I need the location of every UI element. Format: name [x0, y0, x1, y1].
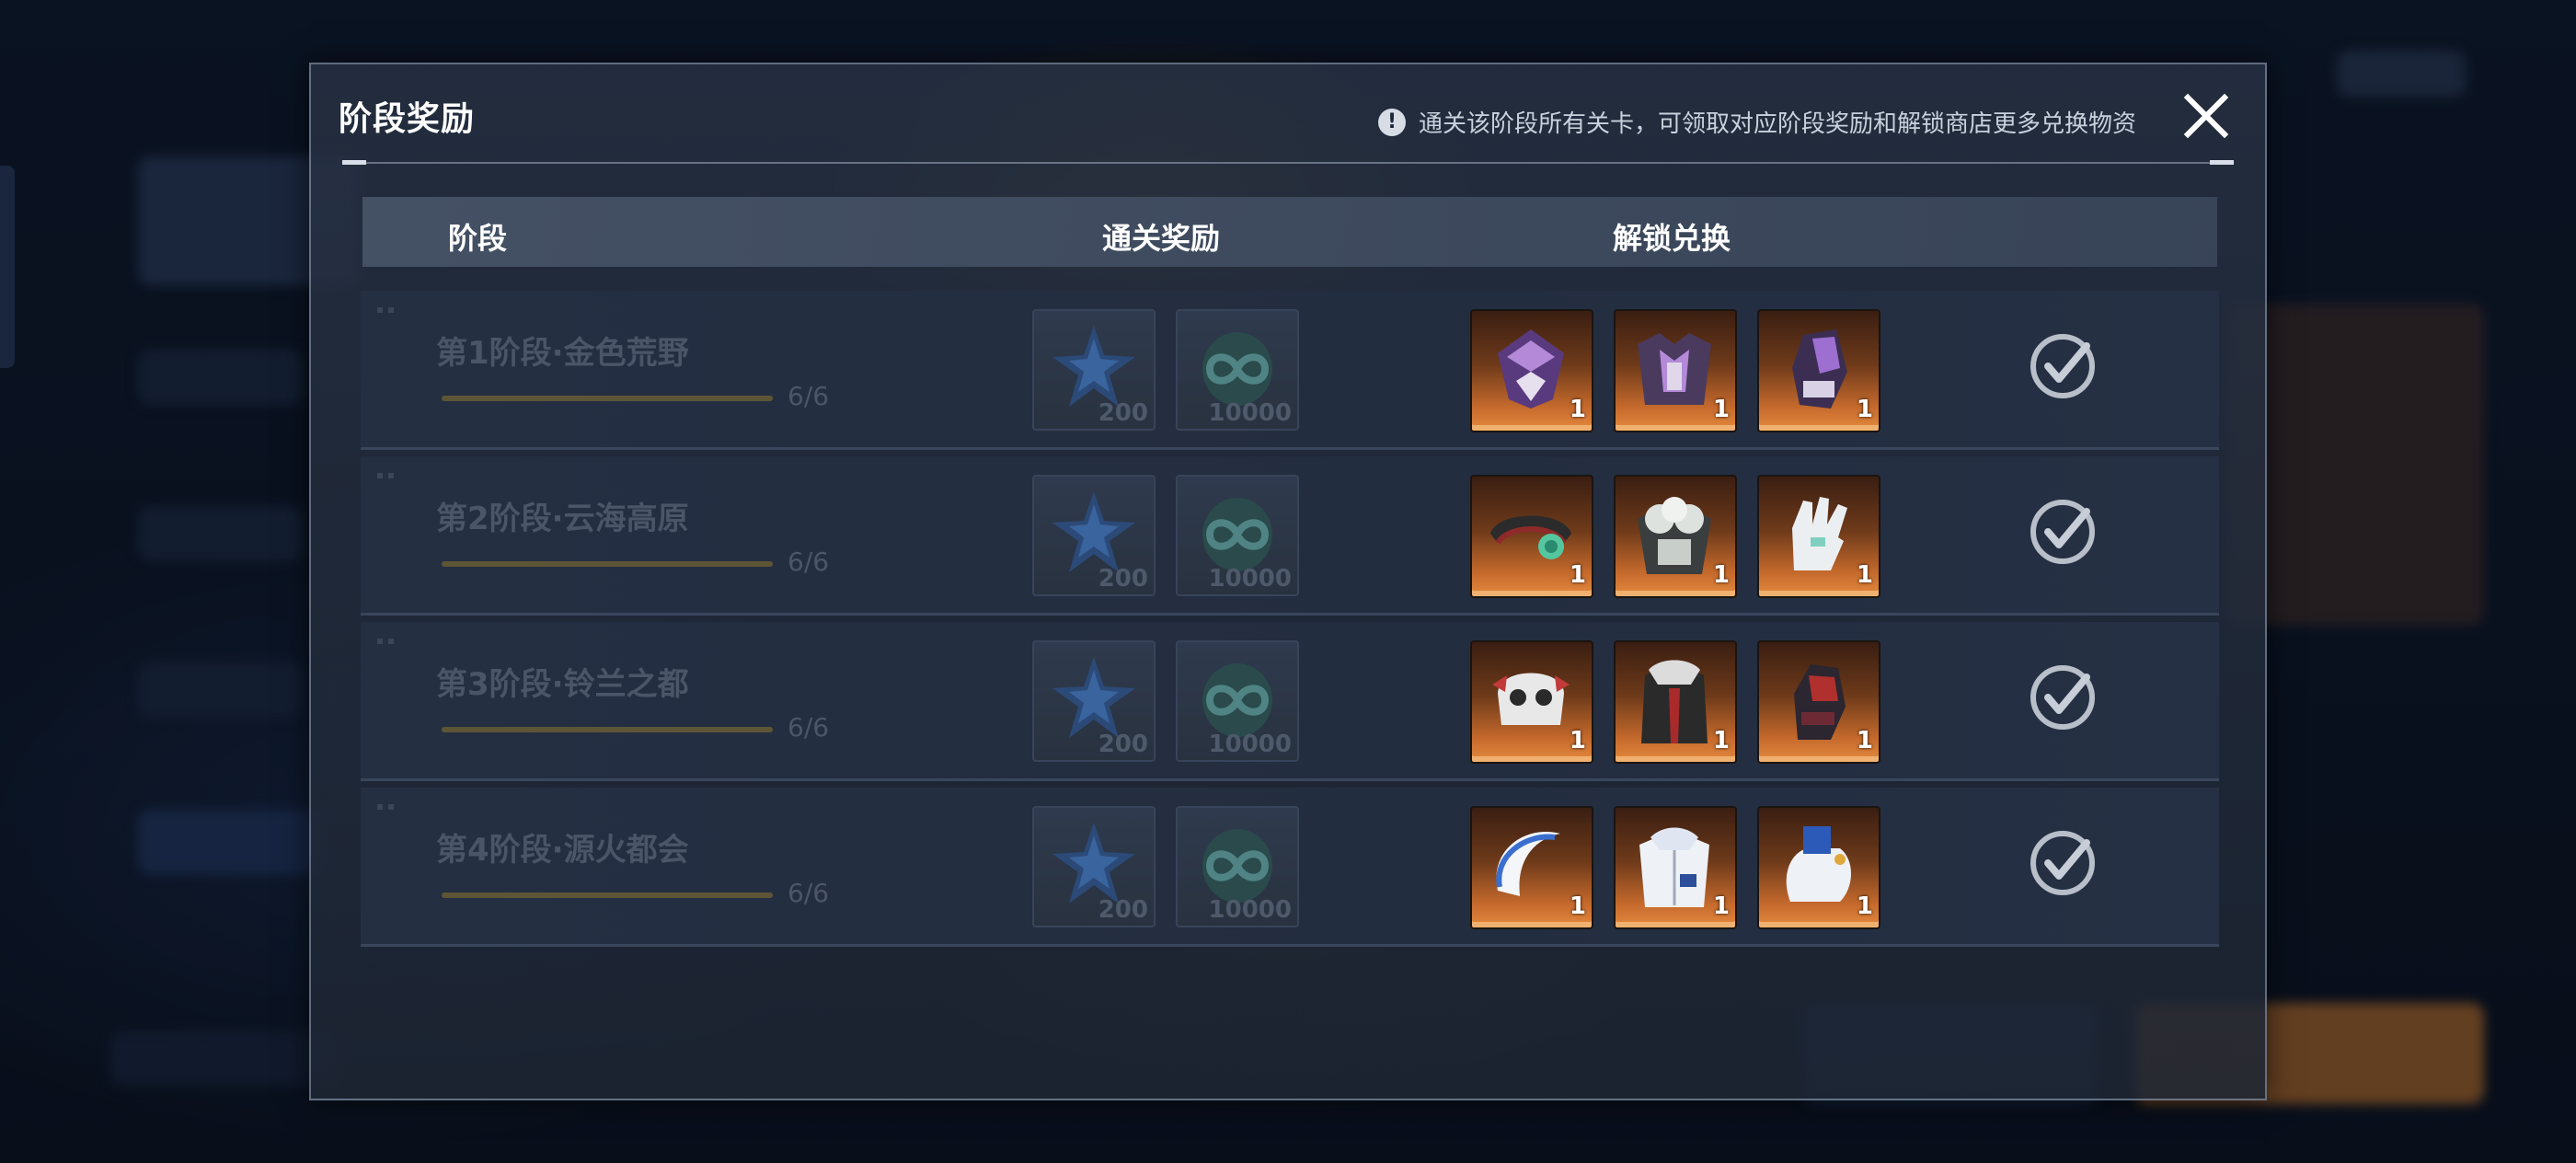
reward-quantity: 10000	[1208, 896, 1292, 924]
stage-progress-text: 6/6	[788, 547, 830, 577]
unlock-item-slot[interactable]: 1	[1757, 309, 1880, 432]
dialog-title: 阶段奖励	[339, 100, 476, 138]
stage-row: 第4阶段·源火都会 6/6 200 10000 1 1 1	[361, 788, 2219, 947]
reward-quantity: 200	[1098, 399, 1148, 427]
stage-name: 第1阶段·金色荒野	[436, 335, 689, 372]
stage-progress-bar	[442, 727, 773, 732]
stage-progress-fill	[442, 892, 773, 898]
unlock-item-slot[interactable]: 1	[1757, 806, 1880, 929]
title-divider	[342, 160, 2234, 165]
item-quantity: 1	[1569, 892, 1586, 920]
item-quantity: 1	[1856, 727, 1873, 754]
stage-progress-bar	[442, 561, 773, 567]
notice-text: 通关该阶段所有关卡，可领取对应阶段奖励和解锁商店更多兑换物资	[1418, 110, 2136, 138]
unlock-item-slot[interactable]: 1	[1614, 640, 1737, 764]
item-quantity: 1	[1712, 892, 1730, 920]
clear-reward-slot[interactable]: 200	[1032, 806, 1156, 927]
item-quantity: 1	[1856, 396, 1873, 423]
clear-reward-slot[interactable]: 10000	[1176, 640, 1299, 762]
stage-row: 第2阶段·云海高原 6/6 200 10000 1 1 1	[361, 456, 2219, 616]
reward-quantity: 10000	[1208, 565, 1292, 593]
item-quantity: 1	[1569, 396, 1586, 423]
unlock-item-slot[interactable]: 1	[1614, 309, 1737, 432]
clear-reward-slot[interactable]: 10000	[1176, 806, 1299, 927]
row-marker	[377, 473, 399, 478]
exclamation-circle-icon: !	[1377, 108, 1406, 136]
item-quantity: 1	[1569, 727, 1586, 754]
check-circle-icon	[2028, 331, 2098, 401]
stage-progress-text: 6/6	[788, 381, 830, 411]
notice: ! 通关该阶段所有关卡，可领取对应阶段奖励和解锁商店更多兑换物资	[1377, 105, 2136, 139]
reward-quantity: 200	[1098, 731, 1148, 758]
reward-quantity: 200	[1098, 565, 1148, 593]
stage-name: 第3阶段·铃兰之都	[436, 666, 689, 703]
stage-row: 第3阶段·铃兰之都 6/6 200 10000 1 1 1	[361, 622, 2219, 781]
stage-progress-text: 6/6	[788, 878, 830, 908]
unlock-item-slot[interactable]: 1	[1757, 475, 1880, 598]
stage-name: 第4阶段·源火都会	[436, 832, 689, 869]
row-marker	[377, 804, 399, 810]
check-circle-icon	[2028, 497, 2098, 567]
stage-progress-fill	[442, 561, 773, 567]
stage-progress-fill	[442, 727, 773, 732]
unlock-item-slot[interactable]: 1	[1470, 806, 1593, 929]
stage-progress-text: 6/6	[788, 712, 830, 743]
item-quantity: 1	[1569, 561, 1586, 589]
unlock-item-slot[interactable]: 1	[1757, 640, 1880, 764]
clear-reward-slot[interactable]: 200	[1032, 640, 1156, 762]
stage-row: 第1阶段·金色荒野 6/6 200 10000 1 1 1	[361, 291, 2219, 450]
item-quantity: 1	[1712, 561, 1730, 589]
stage-name: 第2阶段·云海高原	[436, 501, 689, 537]
unlock-item-slot[interactable]: 1	[1614, 806, 1737, 929]
item-quantity: 1	[1712, 727, 1730, 754]
clear-reward-slot[interactable]: 10000	[1176, 475, 1299, 596]
check-circle-icon	[2028, 662, 2098, 732]
header-rewards: 通关奖励	[1102, 221, 1221, 256]
reward-quantity: 10000	[1208, 399, 1292, 427]
reward-quantity: 10000	[1208, 731, 1292, 758]
stage-progress-fill	[442, 396, 773, 401]
stage-progress-bar	[442, 396, 773, 401]
stage-progress-bar	[442, 892, 773, 898]
row-marker	[377, 639, 399, 644]
table-header: 阶段 通关奖励 解锁兑换	[362, 197, 2217, 267]
stage-rewards-dialog: 阶段奖励 ! 通关该阶段所有关卡，可领取对应阶段奖励和解锁商店更多兑换物资 阶段…	[309, 63, 2267, 1100]
item-quantity: 1	[1856, 561, 1873, 589]
item-quantity: 1	[1856, 892, 1873, 920]
clear-reward-slot[interactable]: 200	[1032, 475, 1156, 596]
check-circle-icon	[2028, 828, 2098, 898]
unlock-item-slot[interactable]: 1	[1470, 475, 1593, 598]
item-quantity: 1	[1712, 396, 1730, 423]
unlock-item-slot[interactable]: 1	[1470, 309, 1593, 432]
clear-reward-slot[interactable]: 200	[1032, 309, 1156, 431]
reward-quantity: 200	[1098, 896, 1148, 924]
header-unlock: 解锁兑换	[1613, 221, 1731, 256]
clear-reward-slot[interactable]: 10000	[1176, 309, 1299, 431]
unlock-item-slot[interactable]: 1	[1470, 640, 1593, 764]
header-stage: 阶段	[448, 221, 508, 256]
row-marker	[377, 307, 399, 313]
unlock-item-slot[interactable]: 1	[1614, 475, 1737, 598]
close-button[interactable]	[2180, 90, 2232, 142]
close-icon	[2183, 93, 2229, 139]
